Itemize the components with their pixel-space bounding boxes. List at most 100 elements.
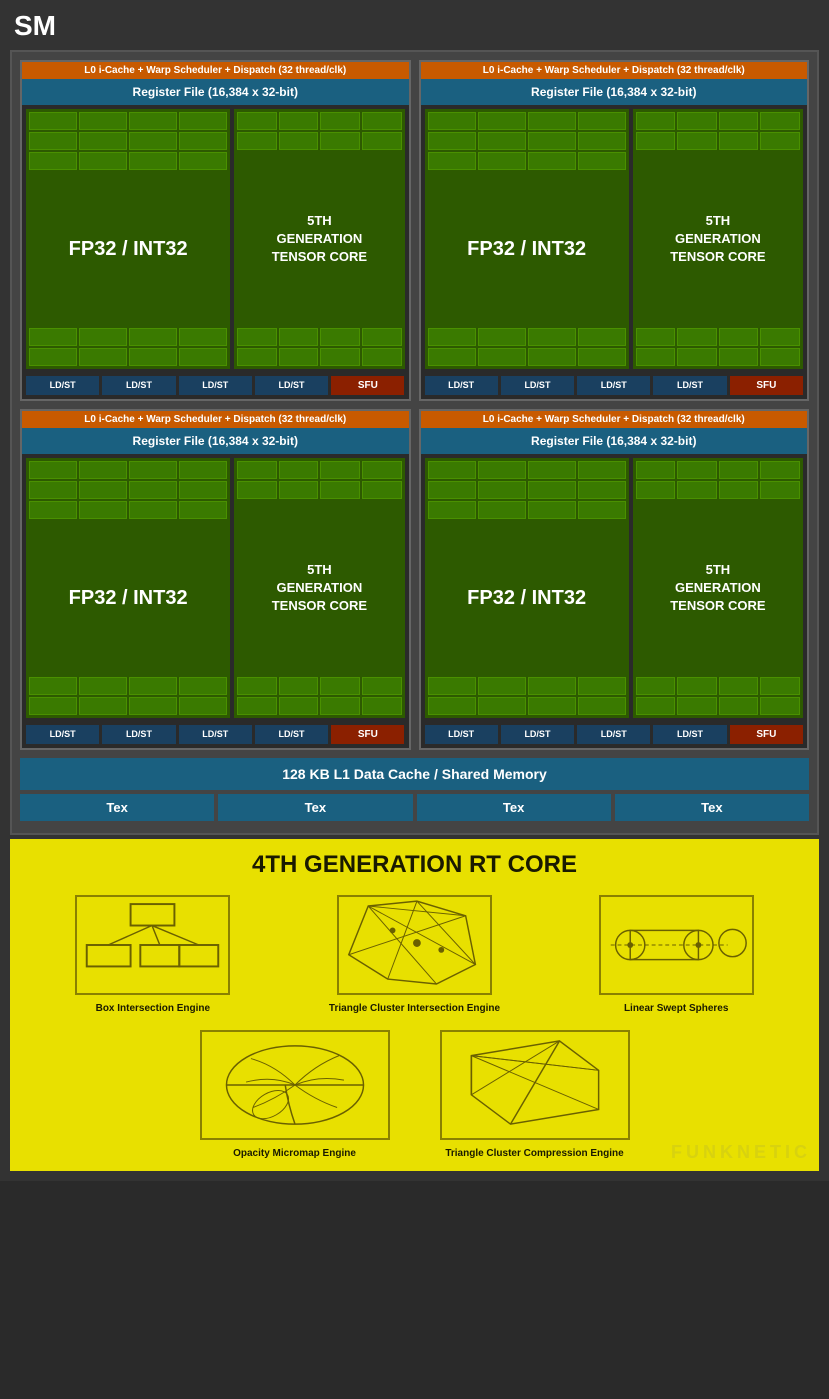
grid-cell: [179, 677, 227, 695]
grid-cell: [129, 677, 177, 695]
grid-cell: [677, 348, 717, 366]
grid-cell: [29, 348, 77, 366]
sfu-unit: SFU: [331, 725, 404, 744]
tensor-grid-bottom-1: [633, 325, 803, 369]
grid-cell: [79, 112, 127, 130]
grid-cell: [760, 481, 800, 499]
grid-cell: [760, 697, 800, 715]
ldst-unit: LD/ST: [501, 376, 574, 395]
grid-cell: [320, 328, 360, 346]
fp32-block-1: FP32 / INT32: [425, 109, 629, 369]
grid-cell: [478, 481, 526, 499]
grid-cell: [677, 112, 717, 130]
grid-cell: [636, 348, 676, 366]
grid-cell: [760, 461, 800, 479]
ldst-unit: LD/ST: [255, 725, 328, 744]
grid-cell: [129, 152, 177, 170]
grid-cell: [719, 328, 759, 346]
grid-cell: [129, 348, 177, 366]
grid-cell: [237, 461, 277, 479]
warp-header-3: L0 i-Cache + Warp Scheduler + Dispatch (…: [421, 411, 808, 428]
opacity-micromap-svg: [202, 1030, 388, 1140]
grid-cell: [179, 501, 227, 519]
grid-cell: [478, 461, 526, 479]
quadrant-3: L0 i-Cache + Warp Scheduler + Dispatch (…: [419, 409, 810, 750]
fp32-grid-3: [425, 458, 629, 522]
grid-cell: [636, 481, 676, 499]
grid-cell: [719, 461, 759, 479]
bottom-units-2: LD/ST LD/ST LD/ST LD/ST SFU: [22, 722, 409, 748]
watermark: FUNKNETIC: [671, 1142, 811, 1163]
grid-cell: [428, 481, 476, 499]
opacity-micromap-icon: [200, 1030, 390, 1140]
fp32-grid-bottom-2: [26, 674, 230, 718]
grid-cell: [320, 481, 360, 499]
grid-cell: [129, 481, 177, 499]
tensor-grid-1: [633, 109, 803, 153]
rt-icons-row-1: Box Intersection Engine: [22, 895, 807, 1014]
linear-swept-svg: [601, 895, 752, 995]
grid-cell: [179, 328, 227, 346]
tensor-label-3: 5THGENERATIONTENSOR CORE: [633, 502, 803, 674]
rt-icon-triangle-compression: Triangle Cluster Compression Engine: [425, 1030, 645, 1159]
grid-cell: [528, 677, 576, 695]
ldst-unit: LD/ST: [179, 376, 252, 395]
grid-cell: [636, 697, 676, 715]
sfu-unit: SFU: [331, 376, 404, 395]
grid-cell: [428, 697, 476, 715]
grid-cell: [677, 677, 717, 695]
rt-icon-box-intersection: Box Intersection Engine: [22, 895, 284, 1014]
grid-cell: [677, 328, 717, 346]
triangle-compression-label: Triangle Cluster Compression Engine: [445, 1148, 623, 1159]
grid-cell: [129, 461, 177, 479]
tensor-grid-bottom-3: [633, 674, 803, 718]
grid-cell: [578, 481, 626, 499]
ldst-unit: LD/ST: [255, 376, 328, 395]
grid-cell: [578, 132, 626, 150]
grid-cell: [320, 697, 360, 715]
register-file-0: Register File (16,384 x 32-bit): [22, 79, 409, 105]
sfu-unit: SFU: [730, 376, 803, 395]
grid-cell: [29, 328, 77, 346]
grid-cell: [129, 112, 177, 130]
grid-cell: [760, 132, 800, 150]
grid-cell: [362, 112, 402, 130]
ldst-unit: LD/ST: [26, 725, 99, 744]
grid-cell: [719, 697, 759, 715]
tex-unit-2: Tex: [417, 794, 611, 821]
grid-cell: [29, 461, 77, 479]
ldst-unit: LD/ST: [26, 376, 99, 395]
grid-cell: [179, 112, 227, 130]
tensor-block-3: 5THGENERATIONTENSOR CORE: [633, 458, 803, 718]
grid-cell: [528, 328, 576, 346]
grid-cell: [636, 132, 676, 150]
grid-cell: [428, 152, 476, 170]
fp32-block-3: FP32 / INT32: [425, 458, 629, 718]
grid-cell: [362, 132, 402, 150]
grid-cell: [362, 348, 402, 366]
rt-core-title: 4TH GENERATION RT CORE: [22, 851, 807, 879]
ldst-unit: LD/ST: [179, 725, 252, 744]
grid-cell: [179, 132, 227, 150]
bottom-units-0: LD/ST LD/ST LD/ST LD/ST SFU: [22, 373, 409, 399]
warp-header-2: L0 i-Cache + Warp Scheduler + Dispatch (…: [22, 411, 409, 428]
ldst-unit: LD/ST: [577, 725, 650, 744]
bottom-units-3: LD/ST LD/ST LD/ST LD/ST SFU: [421, 722, 808, 748]
grid-cell: [478, 677, 526, 695]
rt-icon-linear-swept: Linear Swept Spheres: [545, 895, 807, 1014]
grid-cell: [29, 677, 77, 695]
grid-cell: [478, 328, 526, 346]
tensor-block-1: 5THGENERATIONTENSOR CORE: [633, 109, 803, 369]
grid-cell: [79, 677, 127, 695]
grid-cell: [129, 328, 177, 346]
grid-cell: [320, 112, 360, 130]
main-container: SM L0 i-Cache + Warp Scheduler + Dispatc…: [0, 0, 829, 1181]
grid-cell: [129, 697, 177, 715]
grid-cell: [677, 461, 717, 479]
grid-cell: [279, 328, 319, 346]
grid-cell: [29, 112, 77, 130]
ldst-unit: LD/ST: [501, 725, 574, 744]
grid-cell: [29, 152, 77, 170]
grid-cell: [428, 348, 476, 366]
grid-cell: [179, 697, 227, 715]
